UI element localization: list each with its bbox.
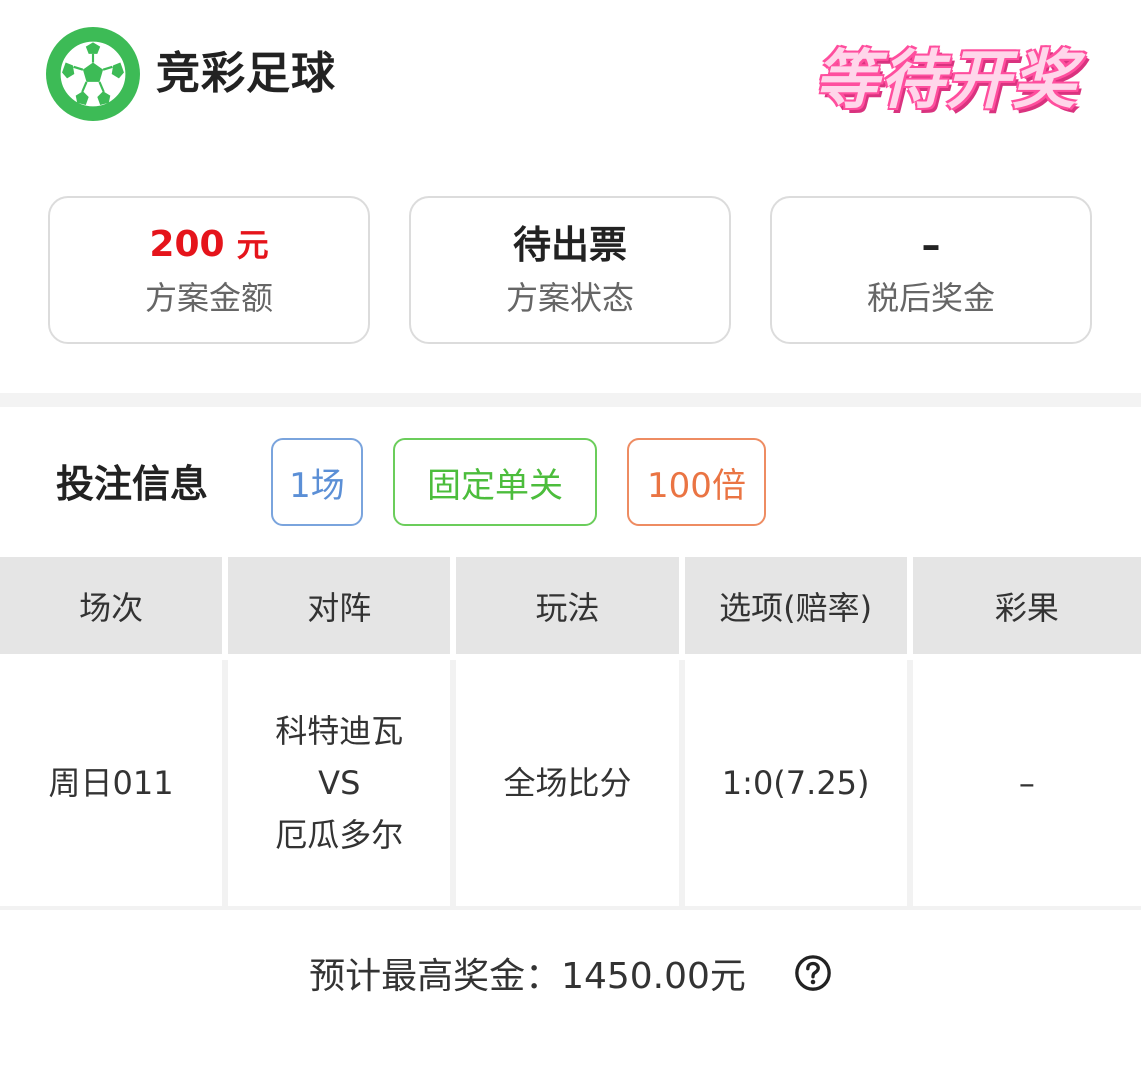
cell-matchup: 科特迪瓦 VS 厄瓜多尔 (228, 660, 457, 910)
after-tax-prize-value: – (921, 223, 941, 267)
soccer-ball-icon (46, 27, 140, 121)
plan-status-card: 待出票 方案状态 (409, 196, 731, 344)
match-count-tag: 1场 (271, 438, 363, 526)
plan-amount-value: 200 元 (149, 220, 268, 270)
status-stamp: 等待开奖 (814, 44, 1078, 118)
vs-label: VS (318, 764, 361, 802)
bet-info-title: 投注信息 (56, 462, 209, 506)
bet-type-tag: 固定单关 (393, 438, 597, 526)
plan-amount-number: 200 (149, 224, 225, 265)
question-circle-icon[interactable] (794, 954, 832, 992)
max-prize-row: 预计最高奖金：1450.00元 (0, 945, 1141, 1001)
cell-option-odds: 1:0(7.25) (684, 660, 913, 910)
header-matchup: 对阵 (228, 557, 457, 660)
after-tax-prize-label: 税后奖金 (866, 279, 995, 317)
header-option-odds: 选项(赔率) (684, 557, 913, 660)
table-header-row: 场次 对阵 玩法 选项(赔率) 彩果 (0, 557, 1141, 660)
plan-amount-unit: 元 (236, 226, 269, 264)
away-team: 厄瓜多尔 (275, 816, 404, 854)
section-divider (0, 393, 1141, 407)
plan-status-value: 待出票 (512, 223, 627, 267)
cell-play-type: 全场比分 (456, 660, 685, 910)
cell-result: – (912, 660, 1141, 910)
max-prize-text: 预计最高奖金：1450.00元 (309, 956, 746, 997)
app-title: 竞彩足球 (156, 48, 336, 99)
header-match-no: 场次 (0, 557, 229, 660)
header-play-type: 玩法 (456, 557, 685, 660)
plan-amount-card: 200 元 方案金额 (48, 196, 370, 344)
cell-match-no: 周日011 (0, 660, 229, 910)
multiplier-tag: 100倍 (627, 438, 766, 526)
plan-amount-label: 方案金额 (144, 279, 273, 317)
home-team: 科特迪瓦 (275, 712, 404, 750)
table-row: 周日011 科特迪瓦 VS 厄瓜多尔 全场比分 1:0(7.25) – (0, 660, 1141, 910)
after-tax-prize-card: – 税后奖金 (770, 196, 1092, 344)
plan-status-label: 方案状态 (505, 279, 634, 317)
header: 竞彩足球 等待开奖 (0, 0, 1141, 150)
header-result: 彩果 (912, 557, 1141, 660)
bet-table: 场次 对阵 玩法 选项(赔率) 彩果 周日011 科特迪瓦 VS 厄瓜多尔 全场… (0, 557, 1141, 910)
